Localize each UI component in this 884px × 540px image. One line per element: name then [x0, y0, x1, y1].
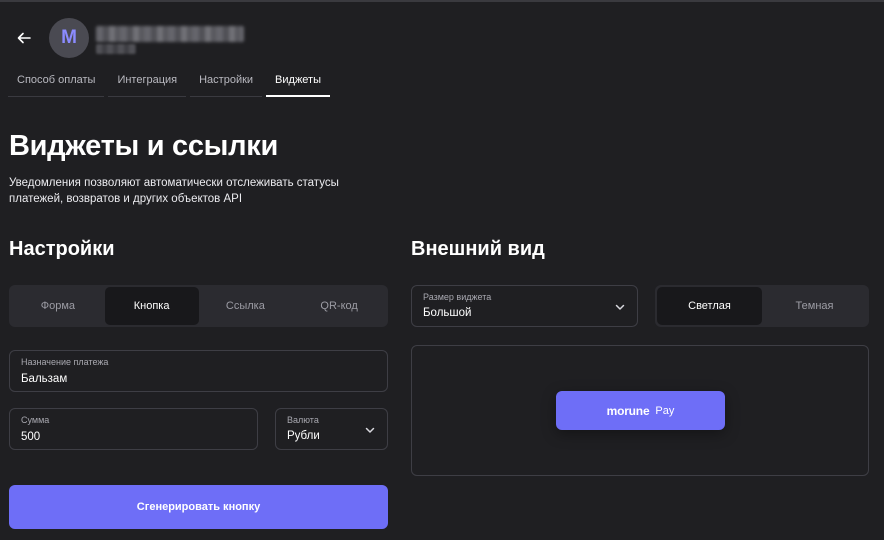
- tab-integration[interactable]: Интеграция: [108, 66, 187, 97]
- tab-widgets[interactable]: Виджеты: [266, 66, 331, 97]
- sum-label: Сумма: [21, 415, 50, 425]
- back-button[interactable]: [14, 28, 34, 48]
- arrow-left-icon: [17, 32, 31, 44]
- type-option-button[interactable]: Кнопка: [104, 287, 199, 325]
- theme-option-light[interactable]: Светлая: [657, 287, 762, 325]
- currency-value: Рубли: [287, 430, 320, 442]
- theme-option-dark[interactable]: Темная: [762, 287, 867, 325]
- generate-button[interactable]: Сгенерировать кнопку: [9, 485, 388, 529]
- tab-bar: Способ оплаты Интеграция Настройки Видже…: [8, 66, 331, 97]
- payment-purpose-value[interactable]: Бальзам: [21, 372, 376, 386]
- top-divider: [0, 0, 884, 2]
- morune-logo: morune: [606, 403, 650, 418]
- tab-settings[interactable]: Настройки: [190, 66, 263, 97]
- page-title: Виджеты и ссылки: [9, 130, 279, 162]
- appearance-section-title: Внешний вид: [411, 238, 545, 260]
- redacted-shop-name: [96, 26, 244, 42]
- settings-section-title: Настройки: [9, 238, 115, 260]
- currency-label: Валюта: [287, 415, 319, 425]
- payment-purpose-label: Назначение платежа: [21, 357, 109, 367]
- tab-payment-method[interactable]: Способ оплаты: [8, 66, 105, 97]
- widget-preview: morune Pay: [411, 345, 869, 476]
- type-option-form[interactable]: Форма: [11, 287, 105, 325]
- chevron-down-icon: [365, 427, 375, 433]
- page-description: Уведомления позволяют автоматически отсл…: [9, 177, 339, 205]
- sum-value[interactable]: 500: [21, 430, 246, 444]
- widget-type-selector: Форма Кнопка Ссылка QR-код: [9, 285, 388, 327]
- widget-size-value: Большой: [423, 307, 472, 319]
- widget-size-select[interactable]: Размер виджета Большой: [411, 285, 638, 327]
- type-option-link[interactable]: Ссылка: [199, 287, 293, 325]
- morune-pay-button[interactable]: morune Pay: [556, 391, 725, 430]
- chevron-down-icon: [615, 304, 625, 310]
- pay-label: Pay: [655, 404, 675, 417]
- type-option-qr[interactable]: QR-код: [292, 287, 386, 325]
- currency-select[interactable]: Валюта Рубли: [275, 408, 388, 450]
- widget-size-label: Размер виджета: [423, 292, 492, 302]
- sum-field[interactable]: Сумма 500: [9, 408, 258, 450]
- avatar: M: [49, 18, 89, 58]
- payment-purpose-field[interactable]: Назначение платежа Бальзам: [9, 350, 388, 392]
- redacted-shop-id: [96, 44, 136, 54]
- theme-selector: Светлая Темная: [655, 285, 869, 327]
